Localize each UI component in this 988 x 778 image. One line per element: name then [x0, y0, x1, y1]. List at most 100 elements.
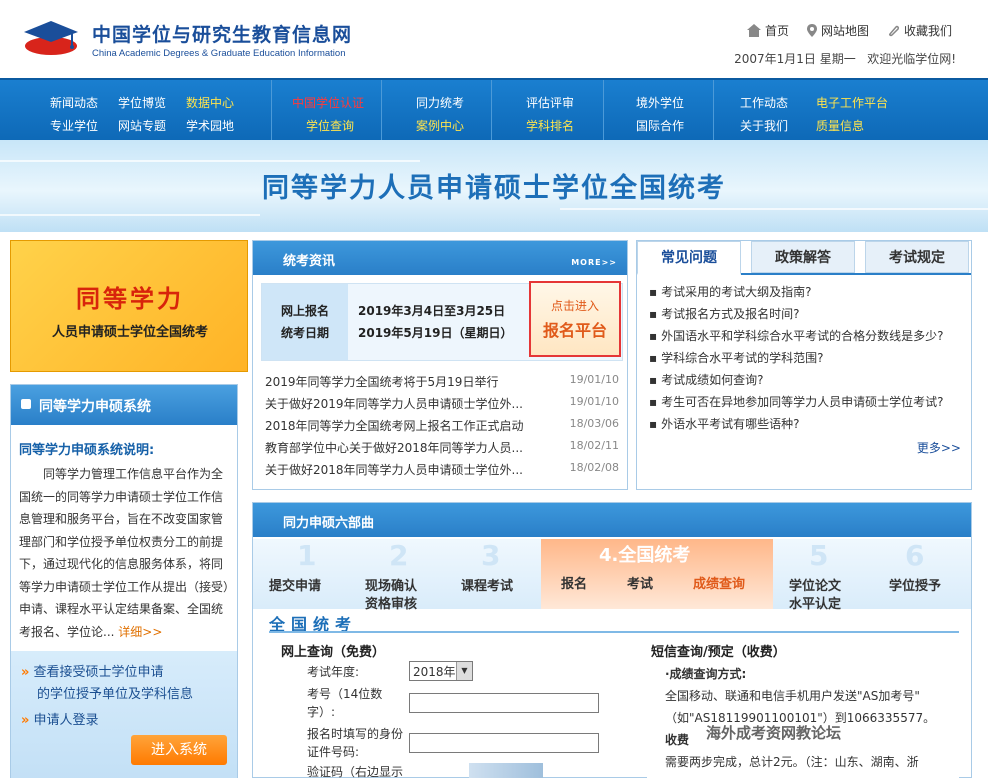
nav-special-topics[interactable]: 网站专题 [118, 117, 166, 134]
watermark: 海外成考资网教论坛 [706, 724, 842, 742]
nav-news[interactable]: 新闻动态 [50, 94, 98, 111]
tab-policy[interactable]: 政策解答 [751, 241, 855, 273]
faq-item[interactable]: 考生可否在异地参加同等学力人员申请硕士学位考试? [649, 393, 943, 410]
view-institutions-link-line2[interactable]: 的学位授予单位及学科信息 [37, 683, 193, 702]
exam-year-select[interactable]: 2018年 ▼ [409, 661, 473, 681]
nav-degree-certification[interactable]: 中国学位认证 [292, 94, 364, 111]
faq-panel: 常见问题 政策解答 考试规定 考试采用的考试大纲及指南? 考试报名方式及报名时间… [636, 240, 972, 490]
details-link[interactable]: 详细>> [118, 625, 162, 639]
view-institutions-link[interactable]: » 查看接受硕士学位申请 [21, 661, 164, 680]
page-banner: 同等学力人员申请硕士学位全国统考 [0, 140, 988, 232]
nav-group-3: 同力统考 案例中心 [382, 80, 492, 142]
left-quick-links: » 查看接受硕士学位申请 的学位授予单位及学科信息 » 申请人登录 进入系统 [11, 651, 237, 778]
tab-exam-rules[interactable]: 考试规定 [865, 241, 969, 273]
more-link[interactable]: MORE>> [571, 258, 617, 267]
step-degree-conferral[interactable]: 学位授予 [889, 575, 941, 594]
system-description: 同等学力管理工作信息平台作为全国统一的同等学力申请硕士学位工作信息管理和服务平台… [19, 467, 230, 639]
nav-group-4: 评估评审 学科排名 [492, 80, 604, 142]
nav-quality-info[interactable]: 质量信息 [816, 117, 864, 134]
location-pin-icon [806, 24, 817, 37]
step-number: 2 [389, 539, 409, 572]
steps-strip: 1 提交申请 2 现场确认 资格审核 3 课程考试 4.全国统考 报名 考试 成… [253, 539, 971, 612]
site-title: 中国学位与研究生教育信息网 [92, 24, 353, 46]
faq-tabs: 常见问题 政策解答 考试规定 [637, 241, 971, 275]
top-links: 首页 网站地图 收藏我们 [746, 22, 952, 39]
step-number: 3 [481, 539, 501, 572]
step-number: 5 [809, 539, 829, 572]
sitemap-link[interactable]: 网站地图 [806, 22, 869, 39]
nav-data-center[interactable]: 数据中心 [186, 94, 234, 111]
faq-item[interactable]: 考试成绩如何查询? [649, 371, 763, 388]
system-description-title: 同等学力申硕系统说明: [19, 443, 155, 458]
paperclip-icon [888, 25, 899, 37]
id-number-input[interactable] [409, 733, 599, 753]
step-course-exam[interactable]: 课程考试 [461, 575, 513, 594]
graduation-cap-logo-icon[interactable] [20, 18, 82, 58]
promo-title: 同等学力 [76, 285, 184, 313]
captcha-image [469, 763, 543, 778]
nav-e-work-platform[interactable]: 电子工作平台 [816, 94, 888, 111]
online-query-form: 网上查询（免费） 考试年度: 2018年 ▼ 考号（14位数 字）: 报名时填写… [269, 637, 639, 778]
applicant-login-link[interactable]: » 申请人登录 [21, 709, 99, 728]
id-number-label-2: 证件号码: [307, 745, 360, 759]
more-link[interactable]: 更多>> [917, 439, 961, 456]
nav-work-news[interactable]: 工作动态 [740, 94, 788, 111]
tab-faq[interactable]: 常见问题 [637, 241, 741, 275]
nav-evaluation[interactable]: 评估评审 [526, 94, 574, 111]
step4-title: 4.全国统考 [599, 545, 691, 566]
banner-title: 同等学力人员申请硕士学位全国统考 [262, 173, 726, 204]
registration-labels: 网上报名 统考日期 [262, 284, 348, 360]
step-exam[interactable]: 考试 [627, 573, 653, 592]
panel-heading: 同力申硕六部曲 [253, 503, 971, 537]
faq-item[interactable]: 考试报名方式及报名时间? [649, 305, 799, 322]
exam-date: 2019年5月19日（星期日） [358, 326, 513, 340]
nav-academic-garden[interactable]: 学术园地 [186, 117, 234, 134]
nav-foreign-degree[interactable]: 境外学位 [636, 94, 684, 111]
nav-about-us[interactable]: 关于我们 [740, 117, 788, 134]
six-steps-panel: 同力申硕六部曲 1 提交申请 2 现场确认 资格审核 3 课程考试 4.全国统考… [252, 502, 972, 778]
home-link[interactable]: 首页 [746, 22, 789, 39]
exam-number-input[interactable] [409, 693, 599, 713]
online-registration-label: 网上报名 [280, 304, 329, 318]
sms-fee-text: 需要两步完成，总计2元。（注：山东、湖南、浙 [665, 755, 919, 769]
banner-stripe [0, 214, 260, 216]
nav-degree-expo[interactable]: 学位博览 [118, 94, 166, 111]
year-label: 考试年度: [307, 665, 360, 679]
nav-professional-degree[interactable]: 专业学位 [50, 117, 98, 134]
faq-item[interactable]: 考试采用的考试大纲及指南? [649, 283, 811, 300]
sms-fee-title: 收费 [665, 733, 690, 747]
nav-joint-exam[interactable]: 同力统考 [416, 94, 464, 111]
step-qualification-review[interactable]: 资格审核 [365, 593, 417, 612]
dropdown-arrow-icon: ▼ [456, 662, 472, 680]
step-submit-application[interactable]: 提交申请 [269, 575, 321, 594]
step-score-query[interactable]: 成绩查询 [693, 573, 745, 592]
faq-item[interactable]: 学科综合水平考试的学科范围? [649, 349, 823, 366]
registration-platform-button[interactable]: 点击进入 报名平台 [529, 281, 621, 357]
step-registration[interactable]: 报名 [561, 573, 587, 592]
nav-degree-query[interactable]: 学位查询 [306, 117, 354, 134]
nav-international[interactable]: 国际合作 [636, 117, 684, 134]
nav-group-6: 工作动态 关于我们 电子工作平台 质量信息 [714, 80, 988, 142]
nav-case-center[interactable]: 案例中心 [416, 117, 464, 134]
banner-stripe [560, 208, 988, 210]
step-thesis[interactable]: 学位论文 [789, 575, 841, 594]
exam-date-label: 统考日期 [280, 326, 329, 340]
nav-subject-ranking[interactable]: 学科排名 [526, 117, 574, 134]
faq-item[interactable]: 外语水平考试有哪些语种? [649, 415, 799, 432]
faq-item[interactable]: 外国语水平和学科综合水平考试的合格分数线是多少? [649, 327, 943, 344]
exam-news-panel: 统考资讯 MORE>> 网上报名 统考日期 2019年3月4日至3月25日 20… [252, 240, 628, 490]
id-number-label: 报名时填写的身份 [307, 727, 404, 741]
nav-group-5: 境外学位 国际合作 [604, 80, 714, 142]
panel-heading: 统考资讯 MORE>> [253, 241, 627, 275]
promo-box[interactable]: 同等学力 人员申请硕士学位全国统考 [10, 240, 248, 372]
section-divider [269, 631, 959, 633]
nav-group-1: 新闻动态 学位博览 数据中心 专业学位 网站专题 学术园地 [0, 80, 272, 142]
sms-method-title: ·成绩查询方式: [665, 667, 747, 681]
bookmark-link[interactable]: 收藏我们 [887, 22, 952, 39]
enter-system-button[interactable]: 进入系统 [131, 735, 227, 765]
registration-period: 2019年3月4日至3月25日 [358, 304, 506, 318]
step-level-certification[interactable]: 水平认定 [789, 593, 841, 612]
banner-stripe [0, 160, 420, 162]
current-date: 2007年1月1日 星期一 [734, 52, 856, 66]
step-onsite-confirmation[interactable]: 现场确认 [365, 575, 417, 594]
